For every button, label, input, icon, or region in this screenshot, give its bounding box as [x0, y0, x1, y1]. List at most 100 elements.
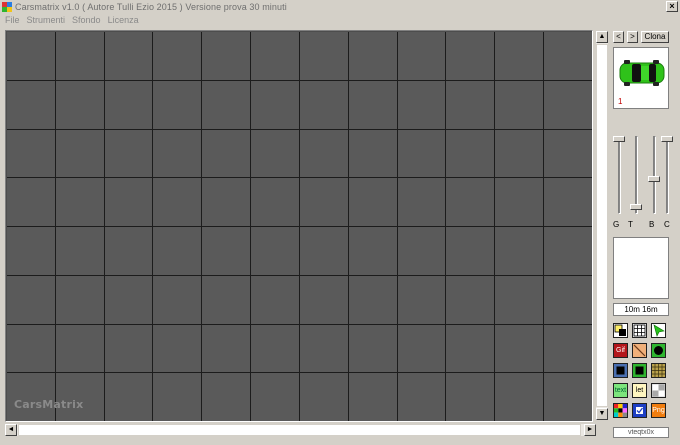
grid-cell[interactable]	[104, 324, 154, 374]
green-square-tool[interactable]	[632, 363, 647, 378]
grid-cell[interactable]	[397, 275, 447, 325]
select-arrow-tool[interactable]	[651, 323, 666, 338]
vertical-scroll-thumb[interactable]	[596, 44, 608, 407]
grid-cell[interactable]	[104, 178, 154, 227]
grid-cell[interactable]	[495, 324, 545, 374]
png-tool[interactable]: Png	[651, 403, 666, 418]
grid-cell[interactable]	[153, 227, 203, 276]
grid-cell[interactable]	[104, 129, 154, 179]
grid-cell[interactable]	[7, 324, 56, 374]
grid-cell[interactable]	[202, 178, 252, 227]
grid-cell[interactable]	[348, 275, 398, 325]
grid-cell[interactable]	[202, 275, 252, 325]
grid-cell[interactable]	[544, 227, 592, 276]
grid-cell[interactable]	[348, 32, 398, 81]
letter-tool[interactable]: let	[632, 383, 647, 398]
grid-cell[interactable]	[348, 80, 398, 130]
grid-cell[interactable]	[348, 129, 398, 179]
menu-strumenti[interactable]: Strumenti	[27, 15, 66, 25]
grid-cell[interactable]	[251, 227, 300, 276]
grid-tool[interactable]	[632, 323, 647, 338]
grid-cell[interactable]	[299, 275, 349, 325]
grid-cell[interactable]	[202, 373, 252, 421]
grid-cell[interactable]	[299, 324, 349, 374]
grid-cell[interactable]	[299, 227, 349, 276]
grid-cell[interactable]	[544, 275, 592, 325]
grid-cell[interactable]	[544, 32, 592, 81]
grid-cell[interactable]	[299, 32, 349, 81]
slider-g-track[interactable]	[618, 136, 621, 214]
grid-cell[interactable]	[202, 129, 252, 179]
menu-file[interactable]: File	[5, 15, 20, 25]
grid-cell[interactable]	[397, 227, 447, 276]
grid-cell[interactable]	[104, 227, 154, 276]
grid-cell[interactable]	[55, 32, 105, 81]
grid-cell[interactable]	[153, 129, 203, 179]
pattern-tool[interactable]	[651, 363, 666, 378]
color-fill-tool[interactable]	[613, 323, 628, 338]
menu-sfondo[interactable]: Sfondo	[72, 15, 101, 25]
grid-cell[interactable]	[251, 275, 300, 325]
grid-cell[interactable]	[348, 324, 398, 374]
grid-cell[interactable]	[495, 373, 545, 421]
grid-cell[interactable]	[55, 178, 105, 227]
grid-cell[interactable]	[153, 373, 203, 421]
grid-cell[interactable]	[446, 129, 496, 179]
grid-cell[interactable]	[397, 178, 447, 227]
grid-cell[interactable]	[251, 129, 300, 179]
grid-cell[interactable]	[7, 275, 56, 325]
grid-cell[interactable]	[251, 178, 300, 227]
grid-cell[interactable]	[55, 227, 105, 276]
grid-cell[interactable]	[251, 324, 300, 374]
grid-cell[interactable]	[495, 178, 545, 227]
gif-tool[interactable]: Gif	[613, 343, 628, 358]
close-button[interactable]: ×	[666, 1, 678, 12]
grid-cell[interactable]	[55, 324, 105, 374]
grid-cell[interactable]	[251, 32, 300, 81]
grid-cell[interactable]	[446, 32, 496, 81]
grid-cell[interactable]	[251, 80, 300, 130]
grid-cell[interactable]	[104, 275, 154, 325]
grid-cell[interactable]	[202, 227, 252, 276]
grid-cell[interactable]	[348, 227, 398, 276]
grid-cell[interactable]	[7, 227, 56, 276]
grid-cell[interactable]	[397, 80, 447, 130]
vertical-scrollbar[interactable]: ▲ ▼	[596, 31, 608, 420]
grid-cell[interactable]	[544, 80, 592, 130]
grid-cell[interactable]	[153, 178, 203, 227]
grid-cell[interactable]	[348, 373, 398, 421]
grid-cell[interactable]	[153, 275, 203, 325]
grid-cell[interactable]	[446, 227, 496, 276]
circle-tool[interactable]	[651, 343, 666, 358]
black-square-tool[interactable]	[613, 363, 628, 378]
prev-car-button[interactable]: <	[613, 31, 624, 43]
slider-t-track[interactable]	[635, 136, 638, 214]
car-preview[interactable]: 1	[613, 47, 669, 109]
grid-cell[interactable]	[495, 80, 545, 130]
grid-cell[interactable]	[55, 275, 105, 325]
scroll-up-button[interactable]: ▲	[596, 31, 608, 43]
grid-cell[interactable]	[202, 324, 252, 374]
grid-cell[interactable]	[55, 129, 105, 179]
grid-cell[interactable]	[544, 324, 592, 374]
slider-c-track[interactable]	[666, 136, 669, 214]
clone-button[interactable]: Clona	[641, 31, 669, 43]
grid-cell[interactable]	[7, 178, 56, 227]
slider-c-knob[interactable]	[661, 136, 673, 142]
grid-cell[interactable]	[153, 32, 203, 81]
grid-cell[interactable]	[446, 275, 496, 325]
grid-cell[interactable]	[251, 373, 300, 421]
grid-cell[interactable]	[544, 373, 592, 421]
scroll-down-button[interactable]: ▼	[596, 408, 608, 420]
grid-cell[interactable]	[104, 373, 154, 421]
scroll-left-button[interactable]: ◄	[5, 424, 17, 436]
grid-cell[interactable]	[55, 80, 105, 130]
diagonal-tool[interactable]	[632, 343, 647, 358]
grid-cell[interactable]	[495, 275, 545, 325]
gray-grid-tool[interactable]	[651, 383, 666, 398]
grid-cell[interactable]	[446, 373, 496, 421]
grid-cell[interactable]	[397, 129, 447, 179]
grid-cell[interactable]	[495, 129, 545, 179]
grid-cell[interactable]	[153, 324, 203, 374]
grid-cell[interactable]	[397, 324, 447, 374]
